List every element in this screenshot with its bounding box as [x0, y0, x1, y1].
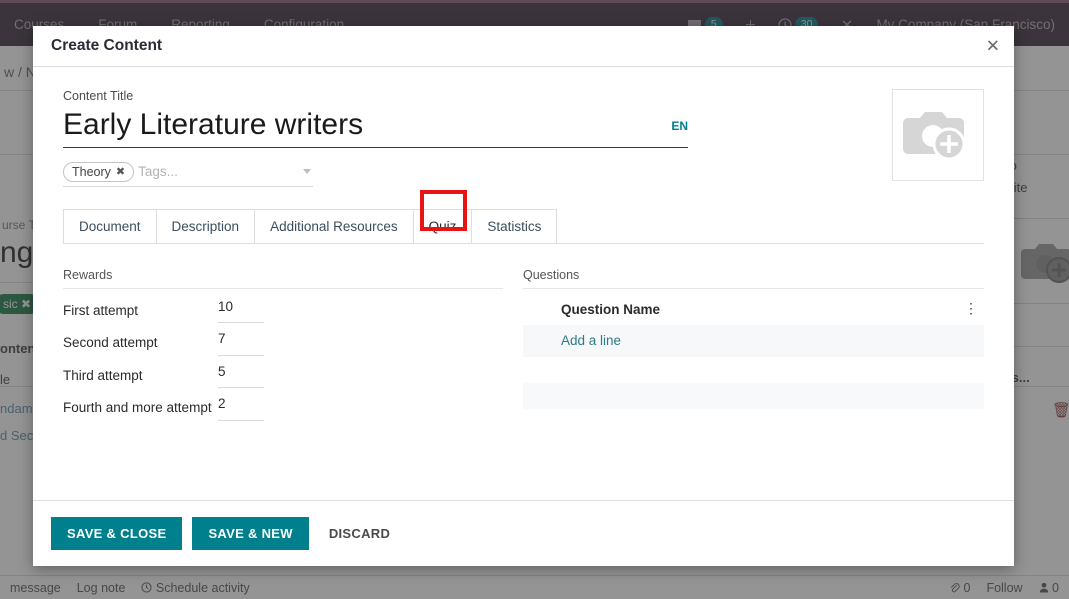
- questions-table-header: Question Name ⋮: [523, 300, 984, 325]
- save-and-new-button[interactable]: SAVE & NEW: [192, 517, 309, 550]
- tab-quiz[interactable]: Quiz: [412, 208, 473, 243]
- add-line-row[interactable]: Add a line: [523, 324, 984, 357]
- tag-chip-theory[interactable]: Theory ✖: [63, 161, 135, 182]
- dialog-body: Content Title Early Literature writers E…: [33, 67, 1014, 500]
- dialog-title: Create Content: [51, 37, 163, 54]
- rewards-section: Rewards First attempt 10 Second attempt …: [63, 268, 513, 430]
- questions-empty-row: [523, 382, 984, 409]
- column-options-icon[interactable]: ⋮: [964, 301, 978, 315]
- form-top-section: Content Title Early Literature writers E…: [63, 89, 984, 187]
- reward-row-third: Third attempt 5: [63, 364, 503, 389]
- form-image-section: [892, 89, 984, 187]
- rewards-heading: Rewards: [63, 268, 503, 289]
- close-icon[interactable]: ✕: [986, 38, 1000, 55]
- language-selector[interactable]: EN: [663, 105, 688, 133]
- add-a-line-link[interactable]: Add a line: [561, 333, 621, 348]
- dialog-header: Create Content ✕: [33, 26, 1014, 67]
- content-image-upload[interactable]: [892, 89, 984, 181]
- dialog-footer: SAVE & CLOSE SAVE & NEW DISCARD: [33, 500, 1014, 566]
- camera-add-icon: [903, 112, 966, 161]
- reward-input-fourth[interactable]: 2: [218, 397, 264, 421]
- tab-document[interactable]: Document: [63, 208, 157, 243]
- questions-heading: Questions: [523, 268, 984, 289]
- tab-description[interactable]: Description: [155, 208, 256, 243]
- tab-additional-resources[interactable]: Additional Resources: [254, 208, 414, 243]
- reward-label-first: First attempt: [63, 302, 139, 318]
- reward-label-third: Third attempt: [63, 367, 143, 383]
- content-tabs: Document Description Additional Resource…: [63, 189, 984, 244]
- reward-input-second[interactable]: 7: [218, 332, 264, 356]
- save-and-close-button[interactable]: SAVE & CLOSE: [51, 517, 183, 550]
- tag-label: Theory: [72, 164, 111, 179]
- content-title-label: Content Title: [63, 89, 134, 103]
- content-title-input[interactable]: Early Literature writers: [63, 105, 663, 147]
- tab-statistics[interactable]: Statistics: [471, 208, 558, 243]
- tag-remove-icon[interactable]: ✖: [116, 165, 125, 178]
- reward-label-second: Second attempt: [63, 335, 158, 351]
- reward-row-second: Second attempt 7: [63, 332, 503, 356]
- tags-field[interactable]: Theory ✖ Tags...: [63, 161, 313, 187]
- quiz-tab-panel: Rewards First attempt 10 Second attempt …: [63, 244, 984, 430]
- reward-input-first[interactable]: 10: [218, 299, 264, 324]
- create-content-dialog: Create Content ✕ Content Title Early Lit…: [33, 26, 1014, 566]
- column-header-question-name: Question Name: [561, 301, 661, 317]
- questions-table: Question Name ⋮ Add a line: [523, 300, 984, 409]
- tags-input[interactable]: Tags...: [138, 164, 303, 179]
- reward-label-fourth: Fourth and more attempt: [63, 400, 212, 416]
- content-title-field[interactable]: Early Literature writers EN: [63, 105, 688, 148]
- reward-row-fourth: Fourth and more attempt 2: [63, 397, 503, 421]
- discard-button[interactable]: DISCARD: [319, 517, 400, 550]
- form-main-fields: Content Title Early Literature writers E…: [63, 89, 892, 187]
- questions-section: Questions Question Name ⋮ Add a line: [513, 268, 984, 430]
- chevron-down-icon[interactable]: [303, 169, 311, 175]
- reward-row-first: First attempt 10: [63, 299, 503, 324]
- reward-input-third[interactable]: 5: [218, 364, 264, 389]
